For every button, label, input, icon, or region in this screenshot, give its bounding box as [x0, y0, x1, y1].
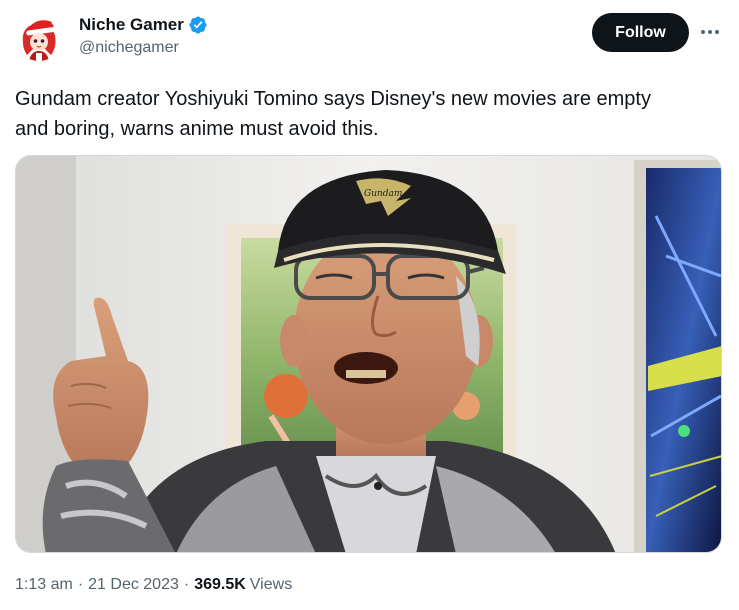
dot — [708, 30, 712, 34]
tweet-date[interactable]: 21 Dec 2023 — [88, 576, 179, 594]
tweet-text: Gundam creator Yoshiyuki Tomino says Dis… — [15, 84, 725, 144]
separator: · — [183, 576, 190, 593]
follow-button[interactable]: Follow — [592, 13, 689, 52]
display-name[interactable]: Niche Gamer — [79, 15, 184, 35]
tweet-time[interactable]: 1:13 am — [15, 576, 73, 594]
tweet-text-line: and boring, warns anime must avoid this. — [15, 118, 379, 140]
more-options-icon[interactable] — [698, 22, 722, 42]
views-label[interactable]: Views — [250, 576, 292, 594]
dot — [701, 30, 705, 34]
dot — [715, 30, 719, 34]
separator: · — [77, 576, 84, 593]
tweet-card: Niche Gamer @nichegamer Follow Gundam cr… — [0, 0, 739, 610]
display-name-row[interactable]: Niche Gamer — [79, 14, 208, 36]
tweet-meta: 1:13 am · 21 Dec 2023 · 369.5K Views — [15, 576, 292, 594]
tweet-text-line: Gundam creator Yoshiyuki Tomino says Dis… — [15, 88, 651, 110]
handle[interactable]: @nichegamer — [79, 39, 208, 57]
avatar[interactable] — [15, 13, 63, 61]
account-names: Niche Gamer @nichegamer — [79, 14, 208, 57]
anime-character-avatar-icon — [15, 13, 63, 61]
verified-badge-icon[interactable] — [188, 15, 208, 35]
photo-illustration: Gundam — [16, 156, 721, 552]
views-count[interactable]: 369.5K — [194, 576, 246, 594]
tweet-photo[interactable]: Gundam — [15, 155, 722, 553]
cap-logo-text: Gundam — [364, 189, 402, 199]
